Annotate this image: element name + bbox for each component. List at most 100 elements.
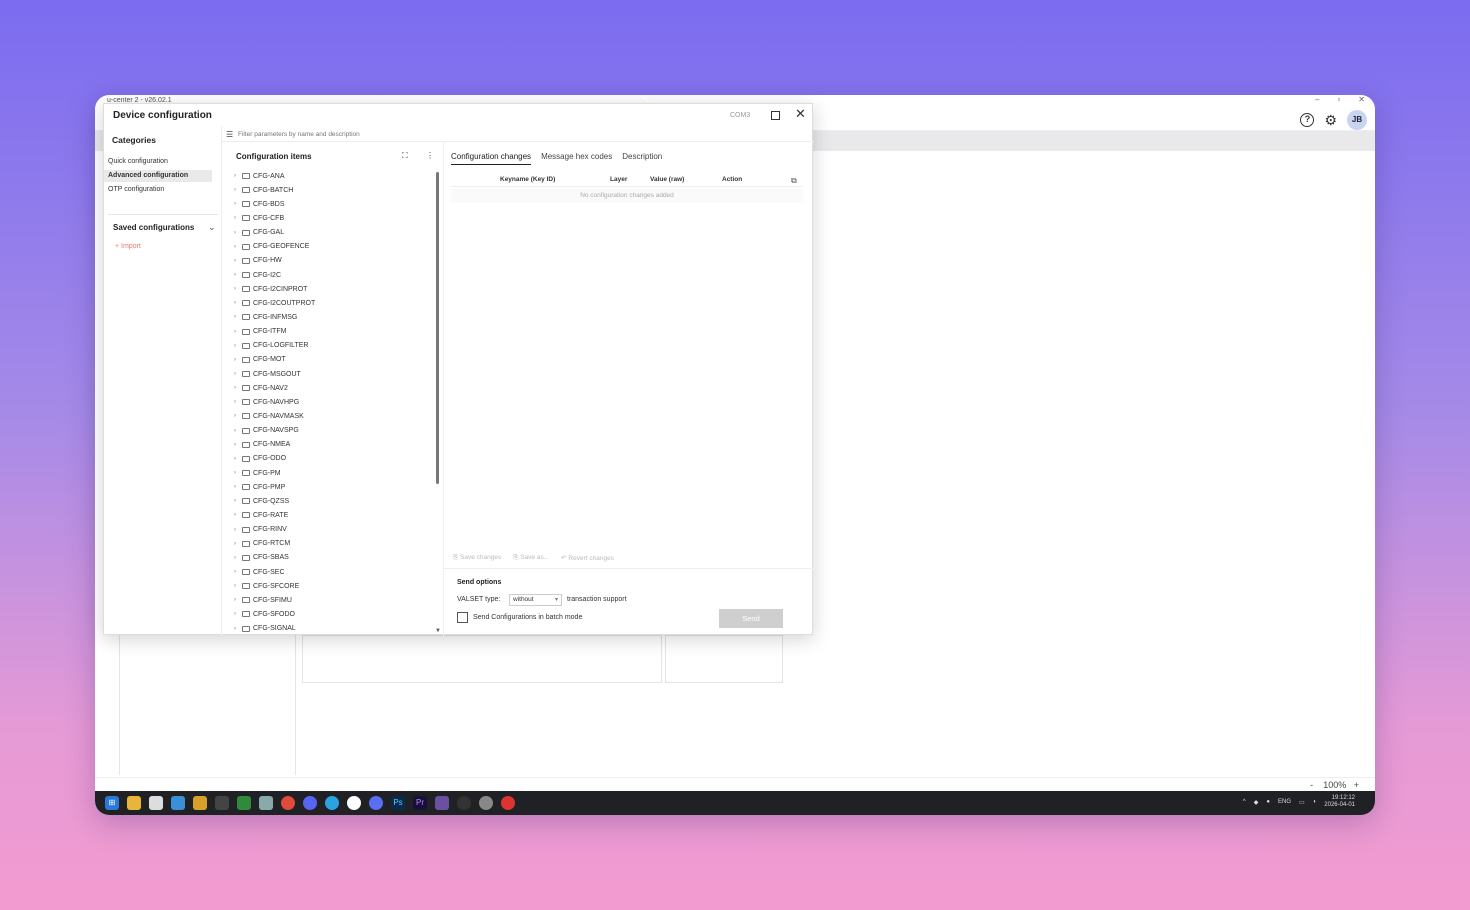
- app-icon[interactable]: [259, 796, 273, 810]
- app-icon[interactable]: [237, 796, 251, 810]
- gear-icon[interactable]: ⚙: [1324, 113, 1337, 127]
- chevron-right-icon[interactable]: ›: [234, 611, 240, 617]
- file-explorer-icon[interactable]: [127, 796, 141, 810]
- tree-item[interactable]: › CFG-BDS: [234, 197, 430, 211]
- expand-icon[interactable]: ⛶: [402, 151, 408, 161]
- chevron-right-icon[interactable]: ›: [234, 428, 240, 434]
- zoom-in-button[interactable]: +: [1354, 780, 1359, 790]
- tree-item[interactable]: › CFG-ODO: [234, 452, 430, 466]
- app-icon[interactable]: [149, 796, 163, 810]
- tree-item[interactable]: › CFG-GAL: [234, 226, 430, 240]
- close-icon[interactable]: ✕: [795, 107, 806, 121]
- tree-item[interactable]: › CFG-GEOFENCE: [234, 240, 430, 254]
- discord-icon[interactable]: [303, 796, 317, 810]
- chevron-right-icon[interactable]: ›: [234, 187, 240, 193]
- chevron-right-icon[interactable]: ›: [234, 201, 240, 207]
- chevron-right-icon[interactable]: ›: [234, 215, 240, 221]
- tree-item[interactable]: › CFG-RTCM: [234, 537, 430, 551]
- chevron-right-icon[interactable]: ›: [234, 357, 240, 363]
- restore-icon[interactable]: ▫: [1337, 95, 1340, 104]
- chevron-right-icon[interactable]: ›: [234, 385, 240, 391]
- tree-item[interactable]: › CFG-NAV2: [234, 381, 430, 395]
- chevron-down-icon[interactable]: ⌄: [208, 222, 216, 233]
- zoom-out-button[interactable]: -: [1310, 780, 1313, 790]
- tree-item[interactable]: › CFG-SBAS: [234, 551, 430, 565]
- chevron-right-icon[interactable]: ›: [234, 314, 240, 320]
- chevron-right-icon[interactable]: ›: [234, 173, 240, 179]
- chevron-right-icon[interactable]: ›: [234, 569, 240, 575]
- chevron-right-icon[interactable]: ›: [234, 456, 240, 462]
- language-indicator[interactable]: ENG: [1278, 799, 1291, 805]
- chrome-icon[interactable]: [281, 796, 295, 810]
- chevron-right-icon[interactable]: ›: [234, 527, 240, 533]
- tree-item[interactable]: › CFG-NAVHPG: [234, 395, 430, 409]
- app-icon[interactable]: [215, 796, 229, 810]
- chevron-right-icon[interactable]: ›: [234, 541, 240, 547]
- avatar[interactable]: JB: [1347, 110, 1367, 130]
- tree-item[interactable]: › CFG-NAVSPG: [234, 424, 430, 438]
- windows-start-icon[interactable]: ⊞: [105, 796, 119, 810]
- tree-item[interactable]: › CFG-RINV: [234, 523, 430, 537]
- app-icon[interactable]: [369, 796, 383, 810]
- tab-message-hex-codes[interactable]: Message hex codes: [541, 152, 612, 165]
- premiere-icon[interactable]: Pr: [413, 796, 427, 810]
- chevron-right-icon[interactable]: ›: [234, 555, 240, 561]
- tray-chevron-icon[interactable]: ^: [1243, 799, 1246, 805]
- saved-configurations-title[interactable]: Saved configurations: [113, 223, 194, 232]
- tree-item[interactable]: › CFG-BATCH: [234, 183, 430, 197]
- app-icon[interactable]: [457, 796, 471, 810]
- scroll-down-icon[interactable]: ▼: [435, 628, 441, 634]
- revert-changes-button[interactable]: ↶ Revert changes: [561, 554, 614, 562]
- chevron-right-icon[interactable]: ›: [234, 470, 240, 476]
- chevron-right-icon[interactable]: ›: [234, 244, 240, 250]
- mic-icon[interactable]: ●: [1266, 799, 1270, 805]
- chevron-right-icon[interactable]: ›: [234, 484, 240, 490]
- column-value[interactable]: Value (raw): [650, 176, 684, 183]
- chevron-right-icon[interactable]: ›: [234, 626, 240, 632]
- dropbox-icon[interactable]: ◆: [1254, 799, 1259, 806]
- minimize-icon[interactable]: –: [1315, 95, 1319, 104]
- chevron-right-icon[interactable]: ›: [234, 597, 240, 603]
- app-icon[interactable]: [347, 796, 361, 810]
- chevron-right-icon[interactable]: ›: [234, 329, 240, 335]
- chevron-right-icon[interactable]: ›: [234, 371, 240, 377]
- save-as-button[interactable]: ⎘ Save as...: [513, 554, 549, 562]
- tree-item[interactable]: › CFG-NMEA: [234, 438, 430, 452]
- chevron-right-icon[interactable]: ›: [234, 230, 240, 236]
- volume-icon[interactable]: ◖: [1313, 799, 1317, 805]
- app-icon[interactable]: [435, 796, 449, 810]
- app-icon[interactable]: [193, 796, 207, 810]
- settings-app-icon[interactable]: [479, 796, 493, 810]
- category-advanced-configuration[interactable]: Advanced configuration: [104, 170, 212, 182]
- column-layer[interactable]: Layer: [610, 176, 627, 183]
- chevron-right-icon[interactable]: ›: [234, 413, 240, 419]
- tree-item[interactable]: › CFG-PMP: [234, 480, 430, 494]
- chevron-right-icon[interactable]: ›: [234, 498, 240, 504]
- chevron-right-icon[interactable]: ›: [234, 583, 240, 589]
- tree-item[interactable]: › CFG-MOT: [234, 353, 430, 367]
- photoshop-icon[interactable]: Ps: [391, 796, 405, 810]
- tree-item[interactable]: › CFG-SFCORE: [234, 579, 430, 593]
- app-icon[interactable]: [171, 796, 185, 810]
- telegram-icon[interactable]: [325, 796, 339, 810]
- tree-item[interactable]: › CFG-CFB: [234, 211, 430, 225]
- tree-item[interactable]: › CFG-QZSS: [234, 494, 430, 508]
- chevron-right-icon[interactable]: ›: [234, 286, 240, 292]
- tree-item[interactable]: › CFG-I2COUTPROT: [234, 296, 430, 310]
- tree-item[interactable]: › CFG-RATE: [234, 508, 430, 522]
- tree-item[interactable]: › CFG-PM: [234, 466, 430, 480]
- tree-item[interactable]: › CFG-I2C: [234, 268, 430, 282]
- chevron-right-icon[interactable]: ›: [234, 300, 240, 306]
- save-changes-button[interactable]: ⎘ Save changes: [453, 554, 501, 562]
- network-icon[interactable]: ▭: [1299, 799, 1305, 806]
- send-button[interactable]: Send: [719, 609, 783, 628]
- chevron-right-icon[interactable]: ›: [234, 343, 240, 349]
- more-options-icon[interactable]: ⋮: [426, 151, 434, 160]
- category-quick-configuration[interactable]: Quick configuration: [104, 156, 212, 168]
- help-icon[interactable]: ?: [1300, 113, 1315, 127]
- tab-configuration-changes[interactable]: Configuration changes: [451, 152, 532, 165]
- valset-type-select[interactable]: without ▾: [509, 594, 562, 606]
- chevron-right-icon[interactable]: ›: [234, 272, 240, 278]
- tree-item[interactable]: › CFG-ITFM: [234, 325, 430, 339]
- tree-item[interactable]: › CFG-LOGFILTER: [234, 339, 430, 353]
